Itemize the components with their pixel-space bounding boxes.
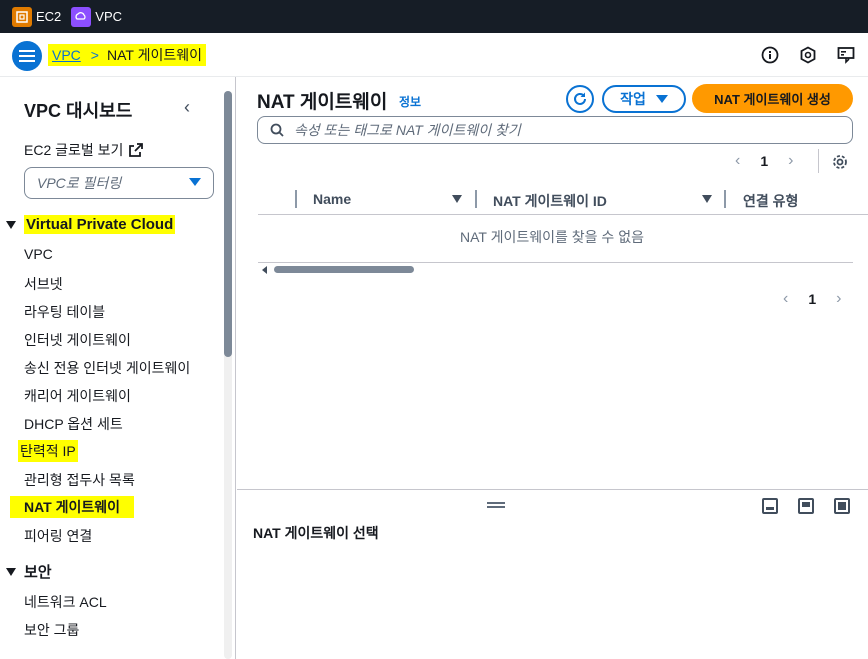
column-header-name[interactable]: Name xyxy=(313,191,351,207)
menu-icon xyxy=(19,50,35,62)
hamburger-menu-button[interactable] xyxy=(12,41,42,71)
sidebar-item-route-tables[interactable]: 라우팅 테이블 xyxy=(24,302,105,322)
section-security[interactable]: 보안 xyxy=(6,561,52,582)
column-divider xyxy=(295,190,297,208)
search-input[interactable]: 속성 또는 태그로 NAT 게이트웨이 찾기 xyxy=(257,116,853,144)
column-header-nat-gateway-id[interactable]: NAT 게이트웨이 ID xyxy=(493,191,607,211)
info-link[interactable]: 정보 xyxy=(399,93,421,110)
panel-side-icon[interactable] xyxy=(798,498,814,514)
refresh-icon xyxy=(574,92,586,105)
actions-label: 작업 xyxy=(620,91,646,107)
sidebar-item-vpc[interactable]: VPC xyxy=(24,246,53,262)
breadcrumb: VPC > NAT 게이트웨이 xyxy=(48,44,206,66)
search-icon xyxy=(270,123,284,137)
service-label: EC2 xyxy=(36,9,62,24)
gear-icon[interactable] xyxy=(831,153,849,176)
ec2-icon xyxy=(12,6,32,27)
create-nat-gateway-button[interactable]: NAT 게이트웨이 생성 xyxy=(692,84,853,113)
caret-down-icon xyxy=(6,220,16,229)
breadcrumb-current: NAT 게이트웨이 xyxy=(106,47,202,63)
page-number[interactable]: 1 xyxy=(808,291,816,307)
column-divider[interactable] xyxy=(724,190,726,208)
service-shortcut-vpc[interactable]: VPC xyxy=(71,6,123,27)
info-icon[interactable] xyxy=(760,45,780,65)
divider xyxy=(818,149,819,173)
page-title: NAT 게이트웨이 xyxy=(257,92,388,113)
external-link-icon xyxy=(129,143,144,157)
panel-full-icon[interactable] xyxy=(834,498,850,514)
console-header: VPC > NAT 게이트웨이 xyxy=(0,33,868,77)
sidebar-scrollbar-thumb[interactable] xyxy=(224,91,232,357)
split-panel-title: NAT 게이트웨이 선택 xyxy=(253,525,379,541)
section-virtual-private-cloud[interactable]: Virtual Private Cloud xyxy=(6,215,176,234)
empty-table-message: NAT 게이트웨이를 찾을 수 없음 xyxy=(460,229,644,245)
sort-icon[interactable] xyxy=(702,195,712,203)
sidebar-item-dhcp-option-sets[interactable]: DHCP 옵션 세트 xyxy=(24,414,123,434)
actions-dropdown-button[interactable]: 작업 xyxy=(602,85,686,113)
sidebar-item-subnets[interactable]: 서브넷 xyxy=(24,274,63,294)
vpc-icon xyxy=(71,6,92,27)
vpc-filter-placeholder: VPC로 필터링 xyxy=(37,175,122,191)
sidebar-item-internet-gateways[interactable]: 인터넷 게이트웨이 xyxy=(24,330,131,350)
chevron-right-icon[interactable]: › xyxy=(788,152,793,170)
console-feedback-icon[interactable] xyxy=(836,45,856,65)
service-label: VPC xyxy=(95,9,123,24)
refresh-button[interactable] xyxy=(566,85,594,113)
sidebar-item-managed-prefix-lists[interactable]: 관리형 접두사 목록 xyxy=(24,470,135,490)
header-tools xyxy=(760,45,856,65)
caret-down-icon xyxy=(189,178,201,186)
ec2-global-label: EC2 글로벌 보기 xyxy=(24,142,124,158)
page-number[interactable]: 1 xyxy=(760,153,768,169)
sidebar-title[interactable]: VPC 대시보드 xyxy=(24,97,132,123)
column-header-connectivity-type[interactable]: 연결 유형 xyxy=(743,191,798,211)
section-label: Virtual Private Cloud xyxy=(24,215,176,234)
chevron-left-icon[interactable]: ‹ xyxy=(783,290,788,308)
sidebar-item-elastic-ips[interactable]: 탄력적 IP xyxy=(18,440,78,462)
chevron-right-icon[interactable]: › xyxy=(836,290,841,308)
caret-down-icon xyxy=(6,567,16,576)
top-navigation-bar: EC2 VPC xyxy=(0,0,868,33)
service-shortcut-ec2[interactable]: EC2 xyxy=(12,6,62,27)
side-navigation: VPC 대시보드 ‹ EC2 글로벌 보기 VPC로 필터링 Virtual P… xyxy=(0,77,236,659)
drag-handle-icon[interactable] xyxy=(487,502,505,508)
chevron-left-icon[interactable]: ‹ xyxy=(735,152,740,170)
scroll-left-icon[interactable] xyxy=(262,266,267,274)
scrollbar-thumb[interactable] xyxy=(274,266,414,273)
sort-icon[interactable] xyxy=(452,195,462,203)
sidebar-item-network-acls[interactable]: 네트워크 ACL xyxy=(24,592,107,612)
caret-down-icon xyxy=(655,95,668,103)
split-panel-position-controls xyxy=(762,498,850,514)
vpc-filter-select[interactable]: VPC로 필터링 xyxy=(24,167,214,199)
ec2-global-view-link[interactable]: EC2 글로벌 보기 xyxy=(24,140,144,160)
table-header-row: Name NAT 게이트웨이 ID 연결 유형 xyxy=(258,185,868,215)
pagination-top: ‹ 1 › xyxy=(735,152,793,170)
pagination-bottom: ‹ 1 › xyxy=(783,290,841,308)
search-placeholder: 속성 또는 태그로 NAT 게이트웨이 찾기 xyxy=(294,122,521,138)
section-label: 보안 xyxy=(24,564,52,581)
column-divider[interactable] xyxy=(475,190,477,208)
chevron-left-icon[interactable]: ‹ xyxy=(184,97,190,118)
sidebar-item-security-groups[interactable]: 보안 그룹 xyxy=(24,620,79,640)
hexagon-settings-icon[interactable] xyxy=(798,45,818,65)
panel-bottom-icon[interactable] xyxy=(762,498,778,514)
sidebar-item-carrier-gateways[interactable]: 캐리어 게이트웨이 xyxy=(24,386,131,406)
sidebar-item-egress-only-igw[interactable]: 송신 전용 인터넷 게이트웨이 xyxy=(24,358,190,378)
sidebar-item-peering-connections[interactable]: 피어링 연결 xyxy=(24,526,92,546)
split-panel: NAT 게이트웨이 선택 xyxy=(237,489,868,659)
chevron-right-icon: > xyxy=(90,47,99,63)
main-content: NAT 게이트웨이 정보 작업 NAT 게이트웨이 생성 속성 또는 태그로 N… xyxy=(237,77,868,489)
sidebar-item-nat-gateways[interactable]: NAT 게이트웨이 xyxy=(10,496,135,518)
breadcrumb-vpc-link[interactable]: VPC xyxy=(52,47,81,63)
horizontal-scrollbar[interactable] xyxy=(258,262,853,274)
